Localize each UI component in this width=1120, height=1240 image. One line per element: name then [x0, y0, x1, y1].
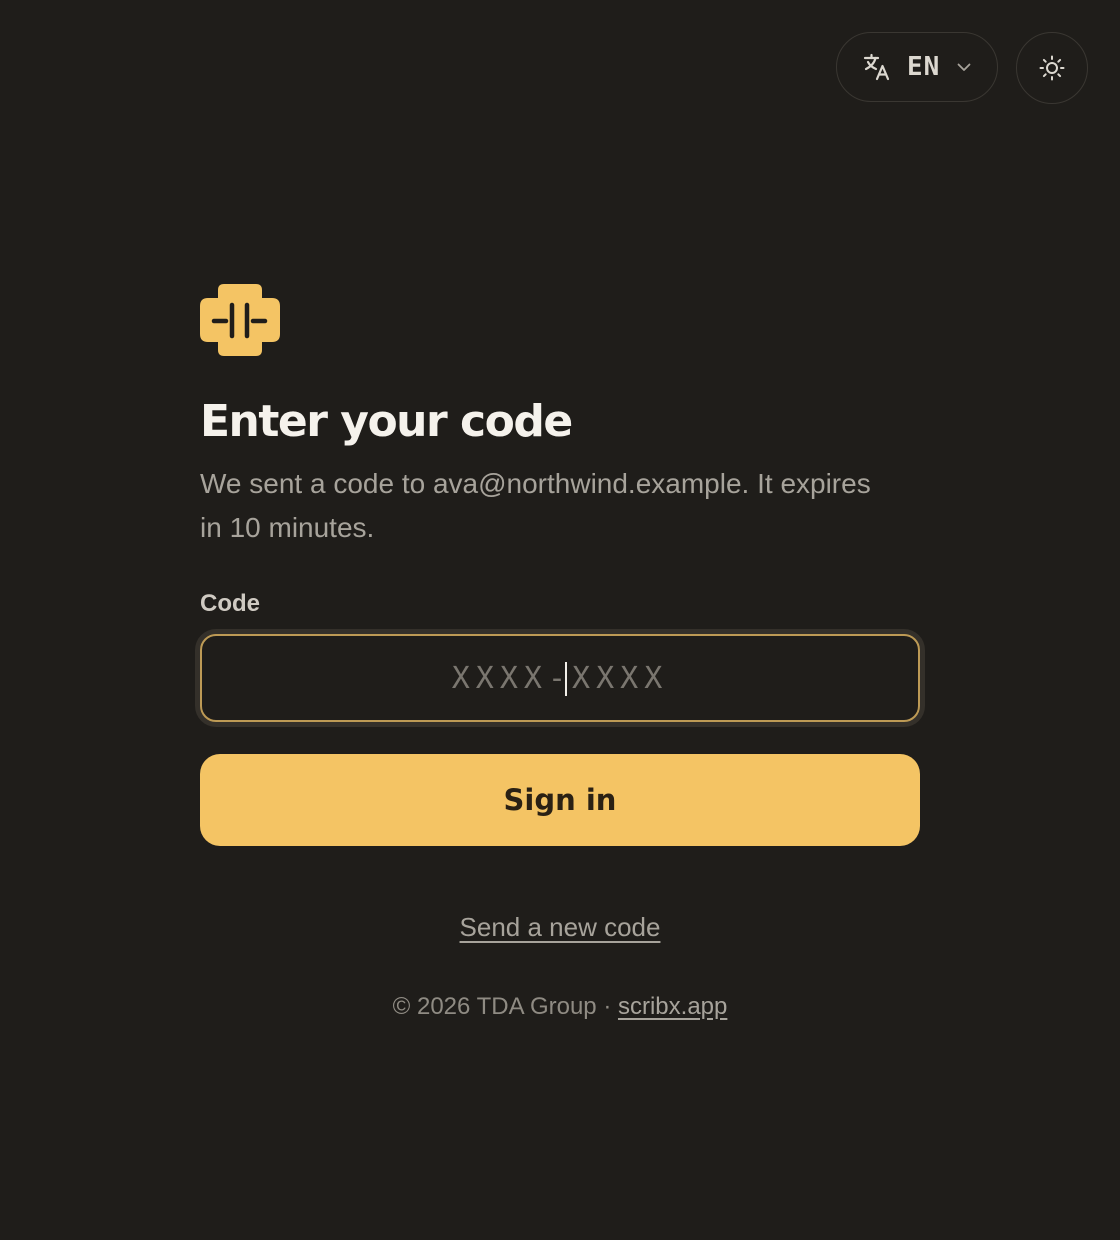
sign-in-button[interactable]: Sign in	[200, 754, 920, 846]
send-new-code-link[interactable]: Send a new code	[460, 912, 661, 942]
scribx-logo-icon	[200, 284, 280, 356]
language-code: EN	[907, 52, 941, 82]
text-caret	[565, 662, 567, 696]
page-title: Enter your code	[200, 396, 573, 447]
login-card: Enter your code We sent a code to ava@no…	[200, 284, 920, 1021]
footer: © 2026 TDA Group · scribx.app	[200, 993, 920, 1021]
copyright-text: © 2026 TDA Group ·	[392, 993, 618, 1020]
translate-icon	[863, 53, 890, 81]
language-selector[interactable]: EN	[836, 32, 998, 102]
chevron-down-icon	[957, 63, 971, 71]
theme-toggle-button[interactable]	[1016, 32, 1088, 104]
resend-container: Send a new code	[200, 912, 920, 943]
sun-icon	[1039, 55, 1065, 81]
code-field-label: Code	[200, 590, 260, 617]
code-input[interactable]	[202, 636, 918, 720]
page-subtitle: We sent a code to ava@northwind.example.…	[200, 468, 871, 543]
site-link[interactable]: scribx.app	[618, 993, 727, 1020]
code-field-container	[200, 634, 920, 722]
